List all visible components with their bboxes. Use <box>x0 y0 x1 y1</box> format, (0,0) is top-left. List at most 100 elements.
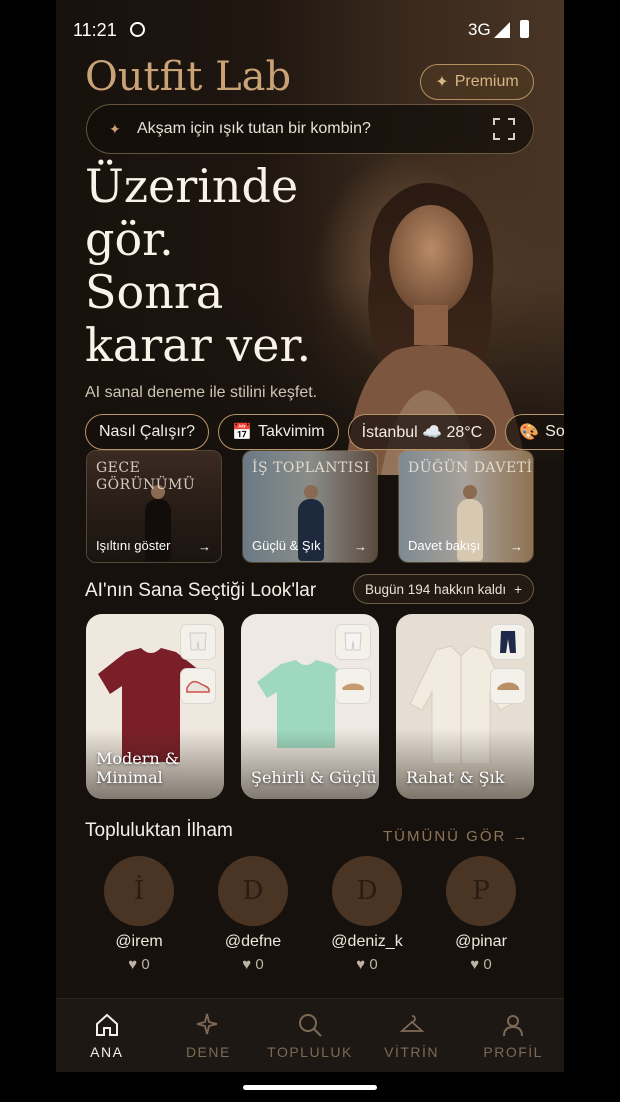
nav-label: VİTRİN <box>384 1044 440 1060</box>
status-time: 11:21 <box>73 20 117 40</box>
occasion-card-night[interactable]: GECE GÖRÜNÜMÜ Işıltını göster → <box>86 450 222 563</box>
likes-count: ♥ 0 <box>436 956 526 973</box>
look-name: Modern & Minimal <box>96 749 180 787</box>
tshirt-image <box>98 648 204 762</box>
chip-label: Takvimim <box>257 423 325 440</box>
occasion-card-meeting[interactable]: İŞ TOPLANTISI Güçlü & Şık → <box>242 450 378 563</box>
arrow-right-icon: → <box>354 539 367 554</box>
signal-icon <box>494 22 510 38</box>
heart-icon: ♥ <box>356 956 366 973</box>
shorts-thumbnail <box>335 624 371 660</box>
credits-text: Bugün 194 hakkın kaldı <box>365 581 507 597</box>
nav-label: DENE <box>185 1044 231 1060</box>
headline-line: Üzerinde <box>85 159 299 213</box>
hero-headline: Üzerinde gör. Sonra karar ver. <box>85 160 345 372</box>
community-user[interactable]: D @defne ♥ 0 <box>208 856 298 973</box>
calendar-icon: 📅 <box>232 424 252 441</box>
chip-label: Sof <box>545 423 564 440</box>
sparkle-icon: ✦ <box>435 74 449 91</box>
arrow-right-icon: → <box>198 539 211 554</box>
home-indicator <box>56 1072 564 1102</box>
home-icon <box>95 1013 118 1036</box>
look-card[interactable]: Modern & Minimal <box>86 614 224 799</box>
heart-icon: ♥ <box>242 956 252 973</box>
status-bar: 11:21 3G <box>56 0 564 60</box>
plus-icon: + <box>514 581 522 597</box>
premium-button[interactable]: ✦ Premium <box>420 64 534 100</box>
nav-item-community[interactable]: TOPLULUK <box>259 999 361 1072</box>
hero-subtitle: AI sanal deneme ile stilini keşfet. <box>85 384 318 401</box>
app-brand-title: Outfit Lab <box>85 54 292 100</box>
headline-line: karar ver. <box>85 318 312 372</box>
nav-label: TOPLULUK <box>267 1044 353 1060</box>
nav-label: PROFİL <box>483 1044 543 1060</box>
search-icon <box>298 1014 322 1037</box>
look-card[interactable]: Rahat & Şık <box>396 614 534 799</box>
nav-item-profile[interactable]: PROFİL <box>462 999 564 1072</box>
flats-thumbnail <box>335 668 371 704</box>
tshirt-image <box>257 660 355 748</box>
search-input[interactable]: Akşam için ışık tutan bir kombin? <box>137 120 493 138</box>
avatar: D <box>332 856 402 926</box>
bottom-nav: ANA DENE TOPLULUK VİTRİN PROFİL <box>56 998 564 1072</box>
chip-calendar[interactable]: 📅 Takvimim <box>218 414 339 450</box>
user-handle: @defne <box>224 933 282 950</box>
nav-item-home[interactable]: ANA <box>56 999 158 1072</box>
occasion-label: Işıltını göster <box>96 538 171 553</box>
likes-count: ♥ 0 <box>208 956 298 973</box>
community-user[interactable]: D @deniz_k ♥ 0 <box>322 856 412 973</box>
avatar: P <box>446 856 516 926</box>
occasion-card-wedding[interactable]: DÜĞÜN DAVETİ Davet bakışı → <box>398 450 534 563</box>
occasion-label: Davet bakışı <box>408 538 481 553</box>
chip-how-it-works[interactable]: Nasıl Çalışır? <box>85 414 210 450</box>
scan-icon[interactable] <box>493 118 515 140</box>
chip-label: İstanbul ☁️ 28°C <box>361 424 483 441</box>
occasion-title: İŞ TOPLANTISI <box>252 460 370 476</box>
avatar: İ <box>104 856 174 926</box>
app-screen: 11:21 3G Outfit Lab ✦ Premium ✦ Akşam iç… <box>56 0 564 1102</box>
likes-value: 0 <box>141 956 150 973</box>
trousers-thumbnail <box>490 624 526 660</box>
occasion-title: DÜĞÜN DAVETİ <box>408 460 533 476</box>
nav-item-try[interactable]: DENE <box>158 999 260 1072</box>
likes-count: ♥ 0 <box>322 956 412 973</box>
community-section-title: Topluluktan İlham <box>85 820 233 841</box>
chip-weather[interactable]: İstanbul ☁️ 28°C <box>347 414 497 450</box>
likes-value: 0 <box>369 956 378 973</box>
shirt-image <box>409 645 513 764</box>
notification-icon <box>130 22 145 37</box>
look-card[interactable]: Şehirli & Güçlü <box>241 614 379 799</box>
avatar: D <box>218 856 288 926</box>
profile-icon <box>503 1015 524 1037</box>
network-label: 3G <box>468 20 491 39</box>
user-handle: @pinar <box>455 933 507 950</box>
quick-chips: Nasıl Çalışır? 📅 Takvimim İstanbul ☁️ 28… <box>85 414 564 450</box>
occasion-label: Güçlü & Şık <box>252 538 321 553</box>
nav-item-showcase[interactable]: VİTRİN <box>361 999 463 1072</box>
likes-value: 0 <box>483 956 492 973</box>
occasion-title: GECE GÖRÜNÜMÜ <box>96 460 196 493</box>
see-all-link[interactable]: TÜMÜNÜ GÖR → <box>383 828 530 845</box>
loafers-thumbnail <box>490 668 526 704</box>
search-bar[interactable]: ✦ Akşam için ışık tutan bir kombin? <box>86 104 534 154</box>
palette-icon: 🎨 <box>519 424 540 441</box>
sparkle-icon <box>197 1013 218 1035</box>
headline-line: gör. <box>85 212 174 266</box>
user-handle: @irem <box>115 933 163 950</box>
community-user[interactable]: P @pinar ♥ 0 <box>436 856 526 973</box>
arrow-right-icon: → <box>510 539 523 554</box>
credits-badge[interactable]: Bugün 194 hakkın kaldı + <box>353 574 534 604</box>
look-name: Rahat & Şık <box>406 768 505 787</box>
community-user[interactable]: İ @irem ♥ 0 <box>94 856 184 973</box>
premium-label: Premium <box>454 73 519 90</box>
looks-section-title: AI'nın Sana Seçtiği Look'lar <box>85 580 317 601</box>
chip-style[interactable]: 🎨 Sof <box>505 414 564 450</box>
heart-icon: ♥ <box>128 956 138 973</box>
look-name: Şehirli & Güçlü <box>251 768 377 787</box>
sneaker-thumbnail <box>180 668 216 704</box>
hanger-icon <box>399 1015 424 1032</box>
likes-count: ♥ 0 <box>94 956 184 973</box>
sparkle-icon: ✦ <box>109 120 121 137</box>
chip-label: Nasıl Çalışır? <box>99 423 196 440</box>
shorts-thumbnail <box>180 624 216 660</box>
